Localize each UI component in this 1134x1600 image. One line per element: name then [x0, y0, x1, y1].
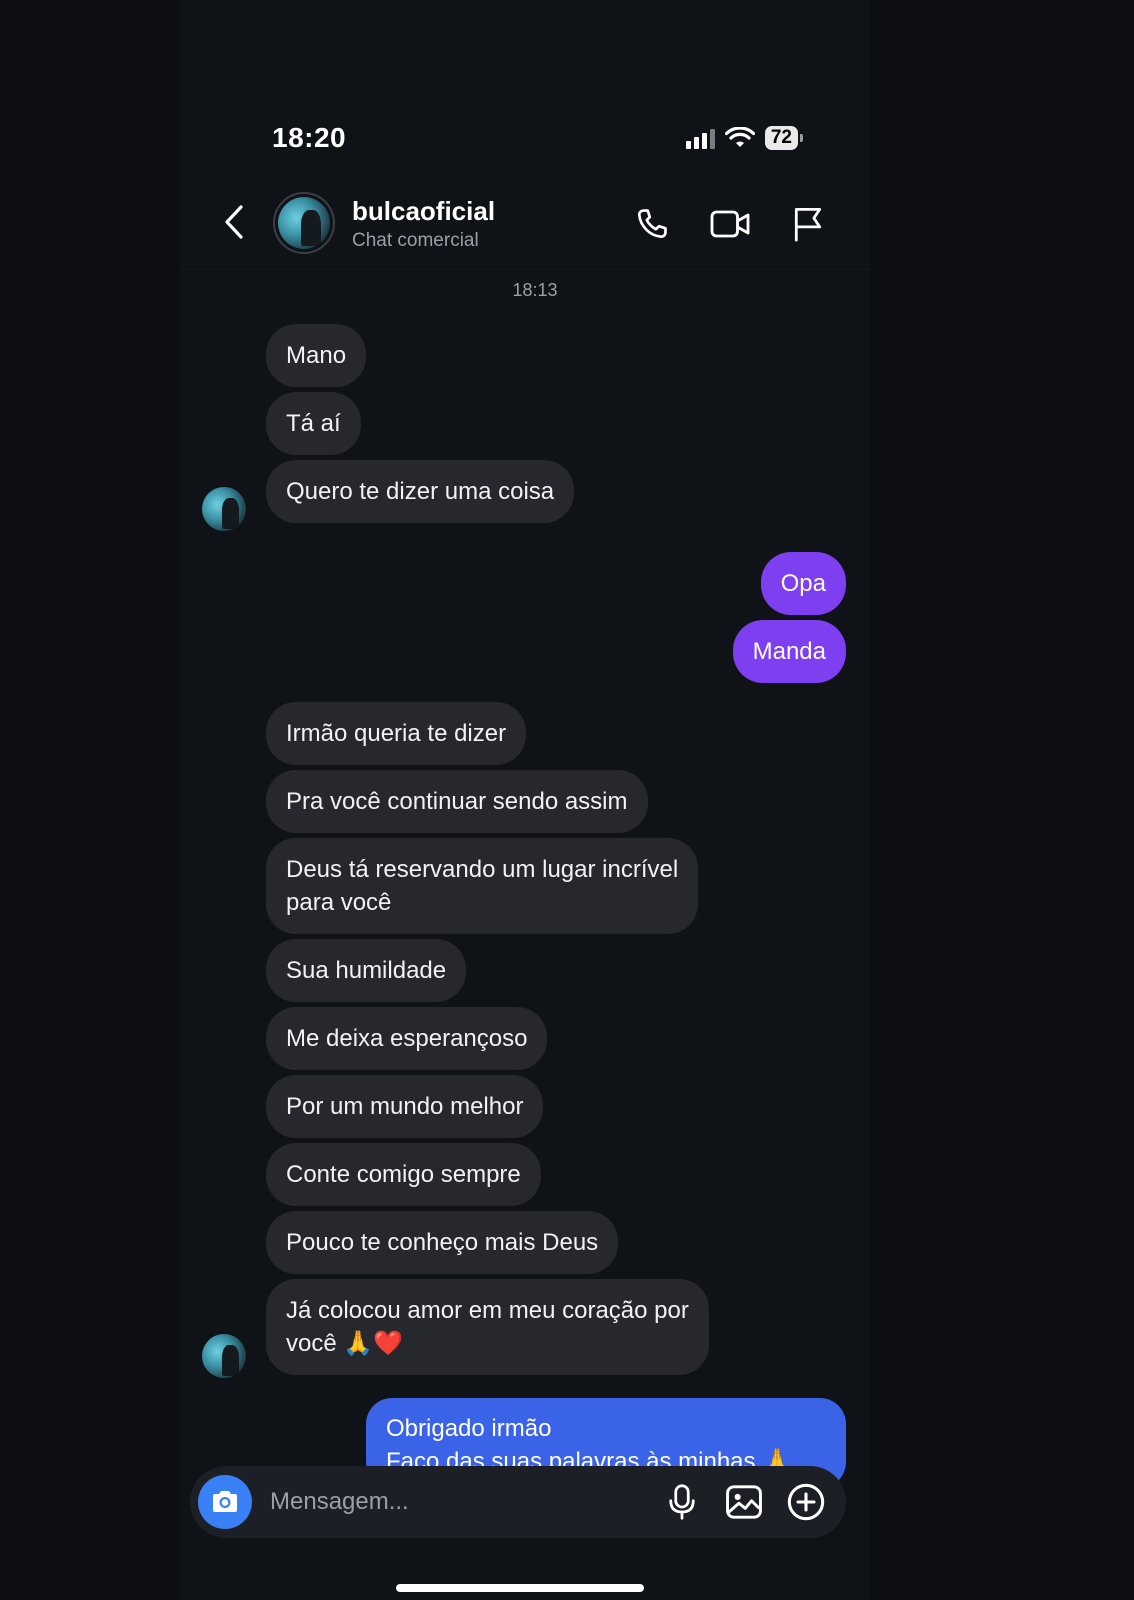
message-bubble[interactable]: Mano — [266, 324, 367, 387]
message-bubble[interactable]: Já colocou amor em meu coração por você … — [266, 1279, 709, 1375]
call-button[interactable] — [630, 202, 674, 246]
wifi-icon — [724, 127, 755, 147]
contact-subtitle: Chat comercial — [352, 230, 479, 251]
back-chevron-icon — [225, 205, 243, 239]
battery-level: 72 — [770, 127, 792, 148]
status-time: 18:20 — [272, 122, 347, 153]
report-button[interactable] — [786, 202, 830, 246]
contact-avatar[interactable] — [273, 192, 335, 254]
message-bubble[interactable]: Por um mundo melhor — [266, 1075, 544, 1138]
microphone-icon — [669, 1484, 695, 1520]
plus-circle-icon — [787, 1483, 825, 1521]
message-bubble[interactable]: Deus tá reservando um lugar incrível par… — [266, 838, 699, 934]
status-icons: 72 — [685, 126, 804, 150]
message-bubble[interactable]: Sua humildade — [266, 939, 467, 1002]
message-bubble-sent[interactable]: Opa — [760, 552, 846, 615]
message-bubble[interactable]: Tá aí — [266, 392, 361, 455]
gallery-button[interactable] — [722, 1480, 766, 1524]
home-indicator[interactable] — [396, 1584, 644, 1592]
message-bubble[interactable]: Pra você continuar sendo assim — [266, 770, 648, 833]
message-bubble[interactable]: Irmão queria te dizer — [266, 702, 527, 765]
message-line: Já colocou amor em meu coração por — [286, 1297, 689, 1324]
message-bubble[interactable]: Me deixa esperançoso — [266, 1007, 548, 1070]
more-options-button[interactable] — [784, 1480, 828, 1524]
message-composer — [190, 1466, 846, 1538]
message-bubble[interactable]: Pouco te conheço mais Deus — [266, 1211, 619, 1274]
camera-icon — [213, 1491, 237, 1512]
sender-avatar[interactable] — [202, 487, 246, 531]
message-line: para você — [286, 889, 392, 916]
video-camera-icon — [710, 210, 750, 238]
flag-icon — [794, 207, 822, 242]
message-timestamp: 18:13 — [512, 280, 558, 300]
voice-message-button[interactable] — [660, 1480, 704, 1524]
message-bubble[interactable]: Quero te dizer uma coisa — [266, 460, 575, 523]
camera-button[interactable] — [198, 1475, 252, 1529]
video-call-button[interactable] — [708, 202, 752, 246]
chat-screen: 18:20 72 bulcaoficial Chat comercial 18:… — [180, 0, 870, 1600]
message-line: Deus tá reservando um lugar incrível — [286, 856, 679, 883]
phone-icon — [637, 209, 667, 239]
signal-icon — [685, 127, 715, 149]
back-button[interactable] — [216, 200, 252, 244]
message-line: Obrigado irmão — [386, 1415, 552, 1442]
message-bubble[interactable]: Conte comigo sempre — [266, 1143, 541, 1206]
message-bubble-sent[interactable]: Manda — [732, 620, 846, 683]
contact-name[interactable]: bulcaoficial — [352, 196, 495, 227]
chat-header: bulcaoficial Chat comercial — [180, 180, 870, 270]
battery-icon: 72 — [764, 126, 804, 150]
message-input[interactable] — [252, 1475, 660, 1529]
gallery-icon — [726, 1485, 762, 1519]
sender-avatar[interactable] — [202, 1334, 246, 1378]
message-line: você 🙏❤️ — [286, 1330, 404, 1357]
